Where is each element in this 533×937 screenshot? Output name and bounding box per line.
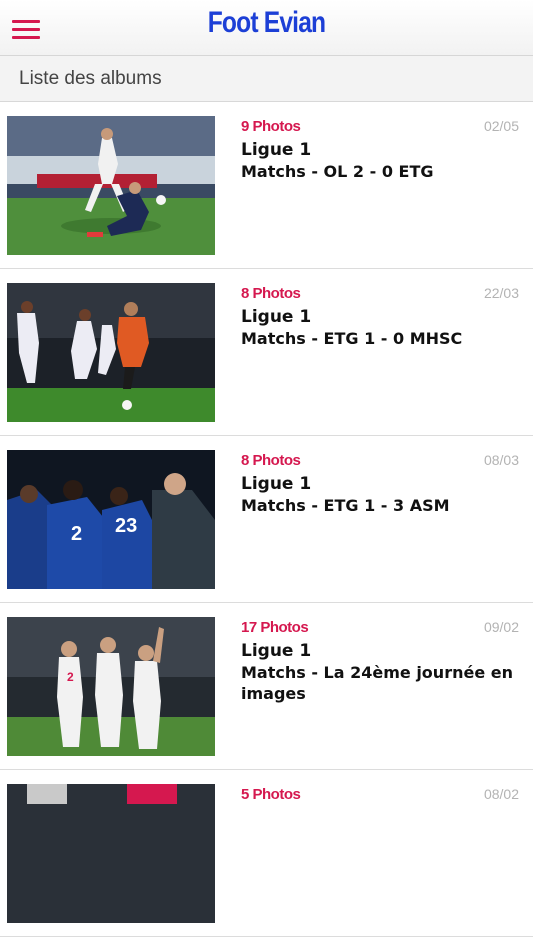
album-info: 5 Photos 08/02 [241,786,519,803]
album-category: Ligue 1 [241,641,312,661]
album-item[interactable]: 8 Photos 22/03 Ligue 1 Matchs - ETG 1 - … [0,269,533,436]
album-title[interactable]: Matchs - ETG 1 - 0 MHSC [241,328,519,349]
svg-text:23: 23 [115,515,137,537]
svg-text:2: 2 [67,670,74,684]
album-thumbnail[interactable] [7,116,215,255]
album-category: Ligue 1 [241,474,312,494]
album-item[interactable]: 2 23 8 Photos 08/03 Ligue 1 Matchs - ETG… [0,436,533,603]
section-title: Liste des albums [19,68,162,89]
album-list: 9 Photos 02/05 Ligue 1 Matchs - OL 2 - 0… [0,102,533,937]
photo-count: 9 Photos [241,118,301,135]
album-title[interactable]: Matchs - OL 2 - 0 ETG [241,161,519,182]
photo-count: 8 Photos [241,285,301,302]
album-date: 02/05 [483,118,519,134]
album-thumbnail[interactable]: 2 [7,617,215,756]
album-thumbnail[interactable] [7,784,215,923]
album-info: 9 Photos 02/05 Ligue 1 Matchs - OL 2 - 0… [241,118,519,182]
album-date: 09/02 [483,619,519,635]
album-item[interactable]: 5 Photos 08/02 [0,770,533,937]
photo-count: 8 Photos [241,452,301,469]
app-title: Foot Evian [207,6,326,39]
album-info: 8 Photos 08/03 Ligue 1 Matchs - ETG 1 - … [241,452,519,516]
hamburger-menu-icon[interactable] [12,17,40,41]
svg-text:2: 2 [71,523,82,545]
album-thumbnail[interactable] [7,283,215,422]
album-thumbnail[interactable]: 2 23 [7,450,215,589]
album-date: 08/03 [483,452,519,468]
album-title[interactable]: Matchs - La 24ème journée en images [241,662,519,704]
album-date: 22/03 [483,285,519,301]
album-item[interactable]: 2 17 Photos 09/02 Ligue 1 Matchs - La 24… [0,603,533,770]
album-category: Ligue 1 [241,307,312,327]
section-header: Liste des albums [0,56,533,102]
photo-count: 5 Photos [241,786,301,803]
album-title[interactable]: Matchs - ETG 1 - 3 ASM [241,495,519,516]
album-item[interactable]: 9 Photos 02/05 Ligue 1 Matchs - OL 2 - 0… [0,102,533,269]
app-header: Foot Evian [0,0,533,56]
album-category: Ligue 1 [241,140,312,160]
album-info: 17 Photos 09/02 Ligue 1 Matchs - La 24èm… [241,619,519,704]
photo-count: 17 Photos [241,619,309,636]
album-info: 8 Photos 22/03 Ligue 1 Matchs - ETG 1 - … [241,285,519,349]
